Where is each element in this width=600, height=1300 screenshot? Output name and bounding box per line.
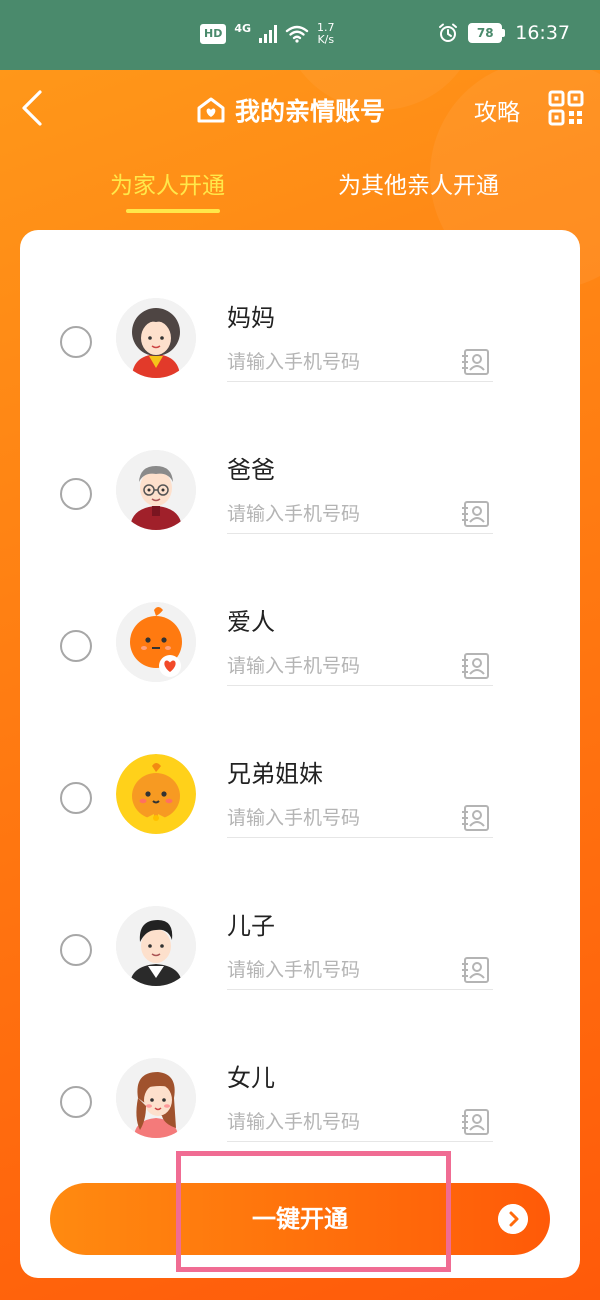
qr-code-icon[interactable] <box>548 90 584 126</box>
list-item-spouse: 爱人 <box>20 534 580 686</box>
phone-input[interactable] <box>227 494 493 534</box>
status-left: HD 4G 1.7 K/s <box>200 22 335 46</box>
active-tab-indicator <box>126 209 220 213</box>
status-bar: HD 4G 1.7 K/s 78 16:37 <box>0 0 600 70</box>
phone-input[interactable] <box>227 342 493 382</box>
status-right: 78 16:37 <box>438 22 570 44</box>
list-item-father: 爸爸 <box>20 382 580 534</box>
contacts-book-icon[interactable] <box>461 1108 491 1136</box>
select-radio[interactable] <box>60 630 92 662</box>
speed-unit: K/s <box>317 33 335 46</box>
page-title: 我的亲情账号 <box>235 97 386 126</box>
select-radio[interactable] <box>60 326 92 358</box>
hd-badge: HD <box>200 24 227 44</box>
title-group: 我的亲情账号 <box>195 92 385 128</box>
battery-level: 78 <box>468 23 503 43</box>
wifi-icon <box>285 25 309 43</box>
contacts-book-icon[interactable] <box>461 956 491 984</box>
list-item-daughter: 女儿 <box>20 990 580 1142</box>
alarm-icon <box>439 23 458 42</box>
son-avatar <box>116 906 196 986</box>
tab-family[interactable]: 为家人开通 <box>110 166 225 200</box>
father-avatar <box>116 450 196 530</box>
member-name: 儿子 <box>227 912 275 940</box>
clock: 16:37 <box>515 22 570 44</box>
screen: HD 4G 1.7 K/s 78 16:37 我的亲情账号 攻略 为家人开通 为… <box>0 0 600 1300</box>
member-name: 妈妈 <box>227 304 275 332</box>
contacts-book-icon[interactable] <box>461 348 491 376</box>
sibling-avatar <box>116 754 196 834</box>
member-name: 爸爸 <box>227 456 275 484</box>
signal-icon <box>259 25 278 43</box>
member-card: 妈妈 请输入手机号码 爸爸 请输入手机号码 爱人 请输入手机号码 兄弟姐妹 请输… <box>20 230 580 1278</box>
list-item-siblings: 兄弟姐妹 <box>20 686 580 838</box>
phone-input[interactable] <box>227 798 493 838</box>
home-heart-icon <box>197 97 225 123</box>
mother-avatar <box>116 298 196 378</box>
phone-input[interactable] <box>227 1102 493 1142</box>
chevron-right-icon <box>498 1204 528 1234</box>
select-radio[interactable] <box>60 782 92 814</box>
tab-other-relatives[interactable]: 为其他亲人开通 <box>338 166 499 200</box>
select-radio[interactable] <box>60 934 92 966</box>
header: 我的亲情账号 攻略 <box>0 70 600 150</box>
highlight-box <box>176 1151 451 1272</box>
spouse-avatar <box>116 602 196 682</box>
chevron-left-icon[interactable] <box>18 88 54 128</box>
tab-bar: 为家人开通 为其他亲人开通 <box>0 158 600 218</box>
guide-link[interactable]: 攻略 <box>474 93 520 127</box>
phone-input[interactable] <box>227 950 493 990</box>
member-name: 女儿 <box>227 1064 275 1092</box>
select-radio[interactable] <box>60 478 92 510</box>
network-speed: 1.7 K/s <box>317 22 335 46</box>
contacts-book-icon[interactable] <box>461 500 491 528</box>
battery-icon: 78 <box>468 23 506 43</box>
select-radio[interactable] <box>60 1086 92 1118</box>
contacts-book-icon[interactable] <box>461 804 491 832</box>
list-item-mother: 妈妈 <box>20 230 580 382</box>
member-name: 爱人 <box>227 608 275 636</box>
daughter-avatar <box>116 1058 196 1138</box>
member-name: 兄弟姐妹 <box>227 760 323 788</box>
list-item-son: 儿子 <box>20 838 580 990</box>
network-type: 4G <box>234 21 252 35</box>
phone-input[interactable] <box>227 646 493 686</box>
contacts-book-icon[interactable] <box>461 652 491 680</box>
